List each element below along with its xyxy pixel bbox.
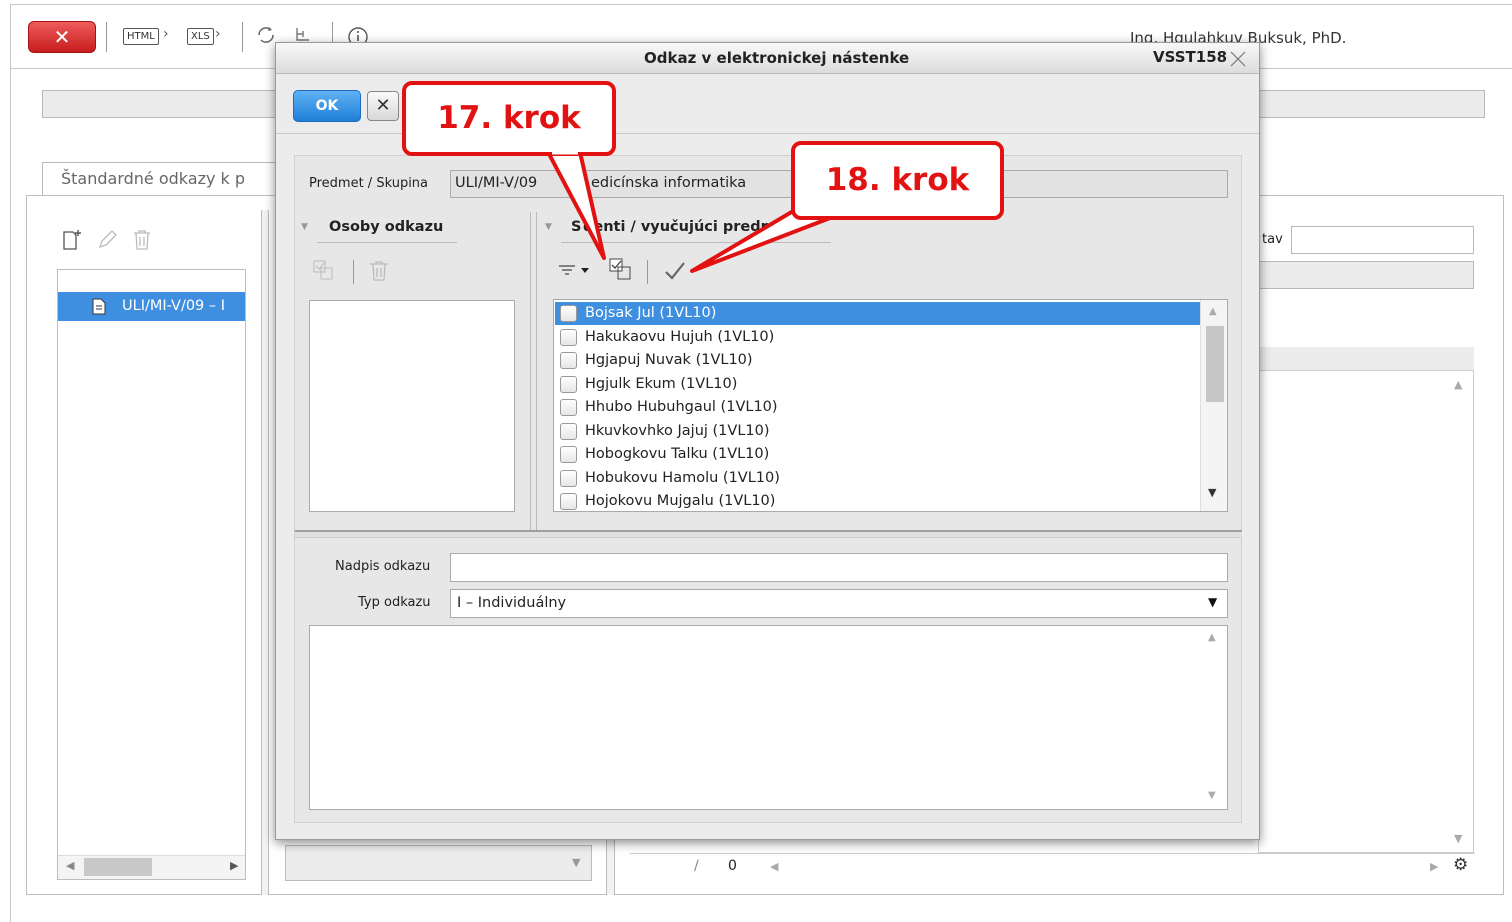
callout-joins: [552, 149, 826, 215]
